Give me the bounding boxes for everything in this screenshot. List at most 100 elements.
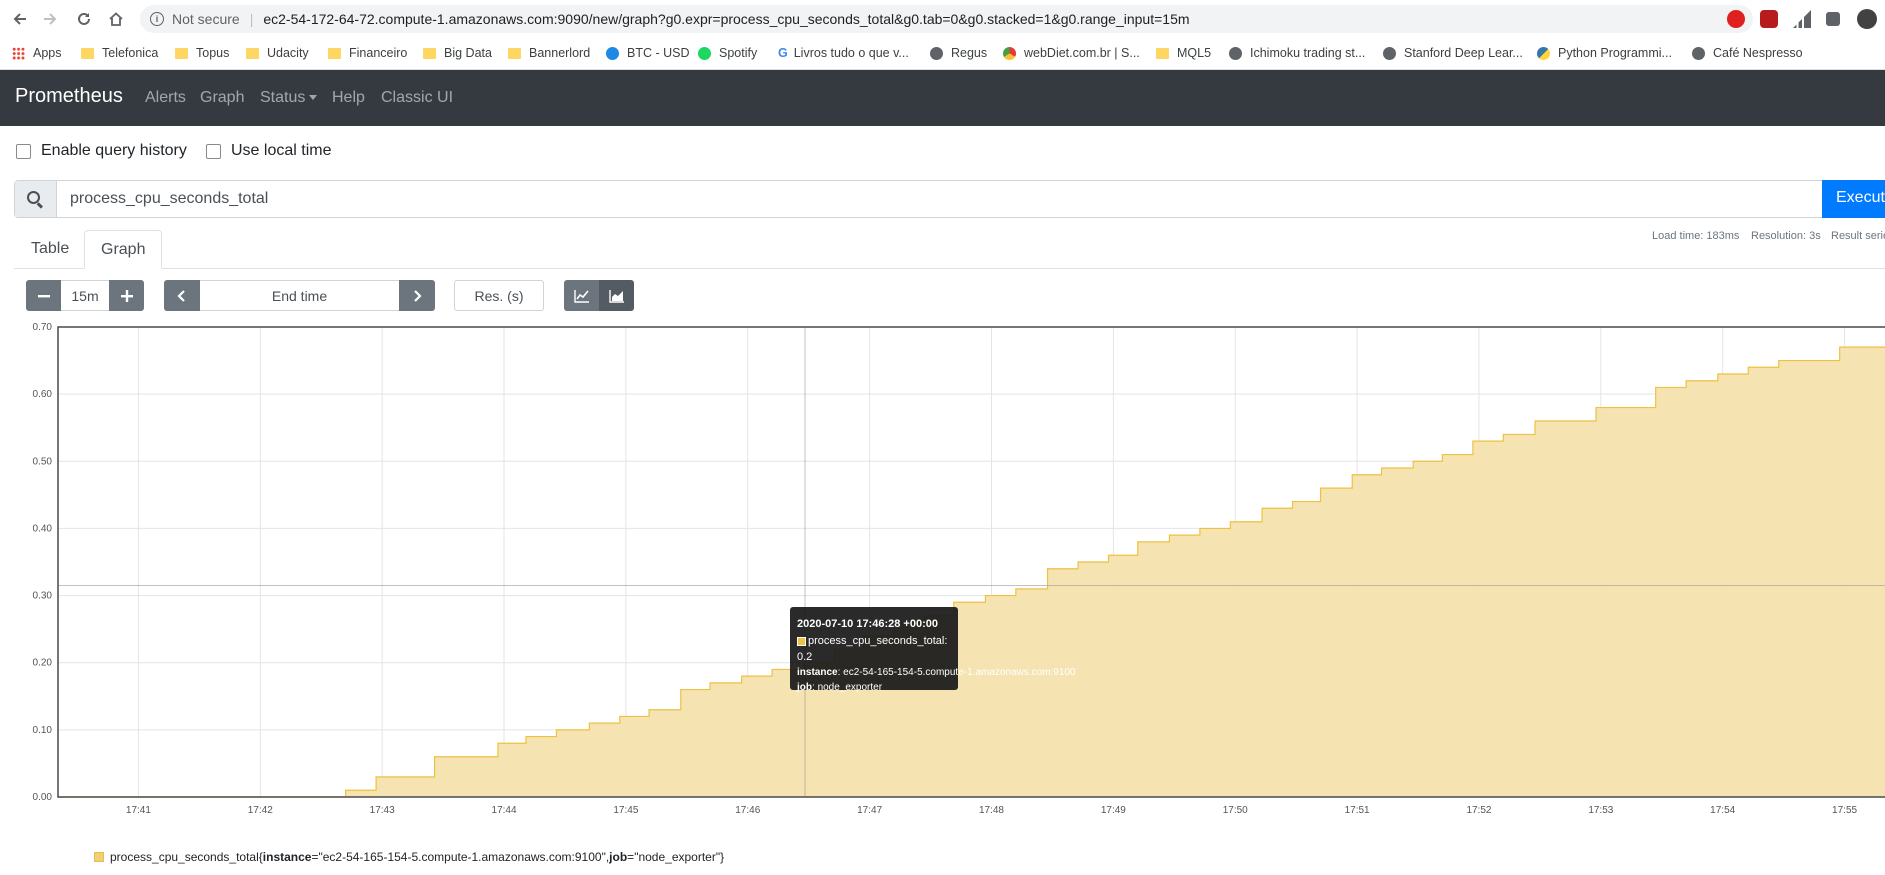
local-time-option[interactable]: Use local time: [206, 142, 331, 160]
y-tick-label: 0.70: [33, 322, 53, 333]
bookmark-item[interactable]: Udacity: [246, 46, 309, 60]
bookmark-item[interactable]: BTC - USD: [606, 46, 690, 60]
local-time-label: Use local time: [231, 142, 332, 159]
bookmark-item[interactable]: G Livros tudo o que v...: [778, 46, 909, 60]
plus-icon: [120, 289, 133, 302]
forward-arrow-icon[interactable]: [40, 9, 60, 29]
folder-icon: [508, 47, 521, 59]
tooltip-series-value: process_cpu_seconds_total: 0.2: [797, 635, 948, 663]
expression-input-group: process_cpu_seconds_total: [14, 180, 1885, 218]
x-tick-label: 17:47: [857, 805, 882, 816]
x-tick-label: 17:46: [735, 805, 760, 816]
omnibox[interactable]: i Not secure | ec2-54-172-64-72.compute-…: [140, 5, 1753, 33]
bookmark-item[interactable]: Apps: [12, 46, 62, 60]
bookmark-item[interactable]: webDiet.com.br | S...: [1003, 46, 1140, 60]
home-icon[interactable]: [106, 9, 126, 29]
increase-range-button[interactable]: [109, 280, 144, 311]
bookmarks-bar: Apps Telefonica Topus Udacity Financeiro…: [0, 38, 1885, 70]
tooltip-instance-key: instance: [797, 667, 838, 678]
bookmark-label: Ichimoku trading st...: [1250, 46, 1366, 60]
x-tick-label: 17:49: [1101, 805, 1126, 816]
bookmark-item[interactable]: Big Data: [423, 46, 492, 60]
bookmark-item[interactable]: Spotify: [698, 46, 757, 60]
graph-legend-item[interactable]: process_cpu_seconds_total{instance = "ec2-…: [94, 850, 724, 864]
legend-metric: process_cpu_seconds_total: [110, 850, 259, 864]
google-icon: G: [778, 46, 788, 60]
query-history-option[interactable]: Enable query history: [16, 142, 187, 160]
extensions-puzzle-icon[interactable]: [1826, 12, 1840, 26]
reload-icon[interactable]: [74, 9, 94, 29]
legend-job-value: "node_exporter": [634, 850, 721, 864]
bookmark-item[interactable]: Financeiro: [328, 46, 407, 60]
nav-graph[interactable]: Graph: [200, 89, 244, 107]
bookmark-item[interactable]: Telefonica: [81, 46, 158, 60]
bookmark-label: Regus: [951, 46, 988, 60]
info-icon[interactable]: i: [150, 12, 164, 26]
chevron-left-icon: [177, 289, 185, 302]
bookmark-item[interactable]: Café Nespresso: [1692, 46, 1803, 60]
bookmark-label: Café Nespresso: [1713, 46, 1803, 60]
url-text[interactable]: ec2-54-172-64-72.compute-1.amazonaws.com…: [263, 11, 1189, 27]
folder-icon: [423, 47, 436, 59]
bookmark-label: webDiet.com.br | S...: [1024, 46, 1140, 60]
execute-button[interactable]: Execute: [1822, 180, 1885, 218]
bookmark-label: Telefonica: [102, 46, 159, 60]
spotify-icon: [698, 46, 711, 60]
expression-input[interactable]: process_cpu_seconds_total: [70, 190, 268, 208]
x-tick-label: 17:52: [1466, 805, 1491, 816]
x-tick-label: 17:45: [613, 805, 638, 816]
bookmark-label: Livros tudo o que v...: [793, 46, 909, 60]
x-tick-label: 17:48: [979, 805, 1004, 816]
minus-icon: [37, 294, 50, 297]
bookmark-item[interactable]: Ichimoku trading st...: [1229, 46, 1365, 60]
globe-icon: [1383, 46, 1396, 60]
y-tick-label: 0.10: [33, 725, 53, 736]
x-tick-label: 17:54: [1710, 805, 1735, 816]
next-time-button[interactable]: [399, 280, 435, 311]
decrease-range-button[interactable]: [26, 280, 61, 311]
local-time-checkbox[interactable]: [206, 143, 221, 159]
nav-alerts[interactable]: Alerts: [145, 89, 186, 107]
bookmark-item[interactable]: Bannerlord: [508, 46, 590, 60]
x-tick-label: 17:53: [1588, 805, 1613, 816]
brand-link[interactable]: Prometheus: [15, 85, 123, 108]
opera-extension-icon[interactable]: [1727, 10, 1745, 28]
tooltip-instance-value: ec2-54-165-154-5.compute-1.amazonaws.com…: [843, 667, 1076, 678]
area-chart-icon: [608, 289, 624, 303]
nav-classic-ui[interactable]: Classic UI: [381, 89, 453, 107]
legend-instance-key: instance: [262, 850, 312, 864]
ublock-extension-icon[interactable]: [1760, 10, 1778, 28]
bookmark-label: MQL5: [1177, 46, 1212, 60]
y-tick-label: 0.40: [33, 523, 53, 534]
resolution-input[interactable]: Res. (s): [454, 280, 544, 311]
bookmark-item[interactable]: Topus: [175, 46, 229, 60]
tooltip-timestamp: 2020-07-10 17:46:28 +00:00: [797, 618, 938, 630]
globe-icon: [930, 46, 943, 60]
result-series-stat: Result series: [1831, 230, 1885, 242]
unstacked-line-button[interactable]: [564, 280, 599, 311]
tab-graph[interactable]: Graph: [84, 230, 163, 269]
bookmark-item[interactable]: Regus: [930, 46, 987, 60]
previous-time-button[interactable]: [164, 280, 200, 311]
signal-extension-icon[interactable]: [1793, 10, 1811, 28]
stacked-area-button[interactable]: [599, 280, 634, 311]
expression-text: process_cpu_seconds_total: [70, 190, 269, 207]
bookmark-item[interactable]: Python Programmi...: [1537, 46, 1672, 60]
area-chart[interactable]: 0.00 0.10 0.20 0.30 0.40 0.50 0.60 0.70 17:41 17:…: [14, 320, 1885, 820]
profile-avatar[interactable]: [1857, 9, 1877, 29]
bookmark-item[interactable]: Stanford Deep Lear...: [1383, 46, 1523, 60]
back-arrow-icon[interactable]: [10, 9, 30, 29]
graph-tooltip: 2020-07-10 17:46:28 +00:00 process_cpu_s…: [790, 607, 1076, 693]
tab-table[interactable]: Table: [15, 230, 85, 269]
range-input[interactable]: 15m: [61, 280, 109, 311]
query-history-label: Enable query history: [41, 142, 187, 159]
bookmark-label: Stanford Deep Lear...: [1404, 46, 1523, 60]
x-tick-label: 17:42: [248, 805, 273, 816]
tooltip-job-key: job: [797, 682, 812, 693]
end-time-input[interactable]: End time: [200, 280, 399, 311]
query-history-checkbox[interactable]: [16, 143, 31, 159]
nav-status[interactable]: Status: [260, 89, 318, 107]
nav-help[interactable]: Help: [332, 89, 365, 107]
x-tick-label: 17:44: [492, 805, 517, 816]
bookmark-item[interactable]: MQL5: [1156, 46, 1211, 60]
